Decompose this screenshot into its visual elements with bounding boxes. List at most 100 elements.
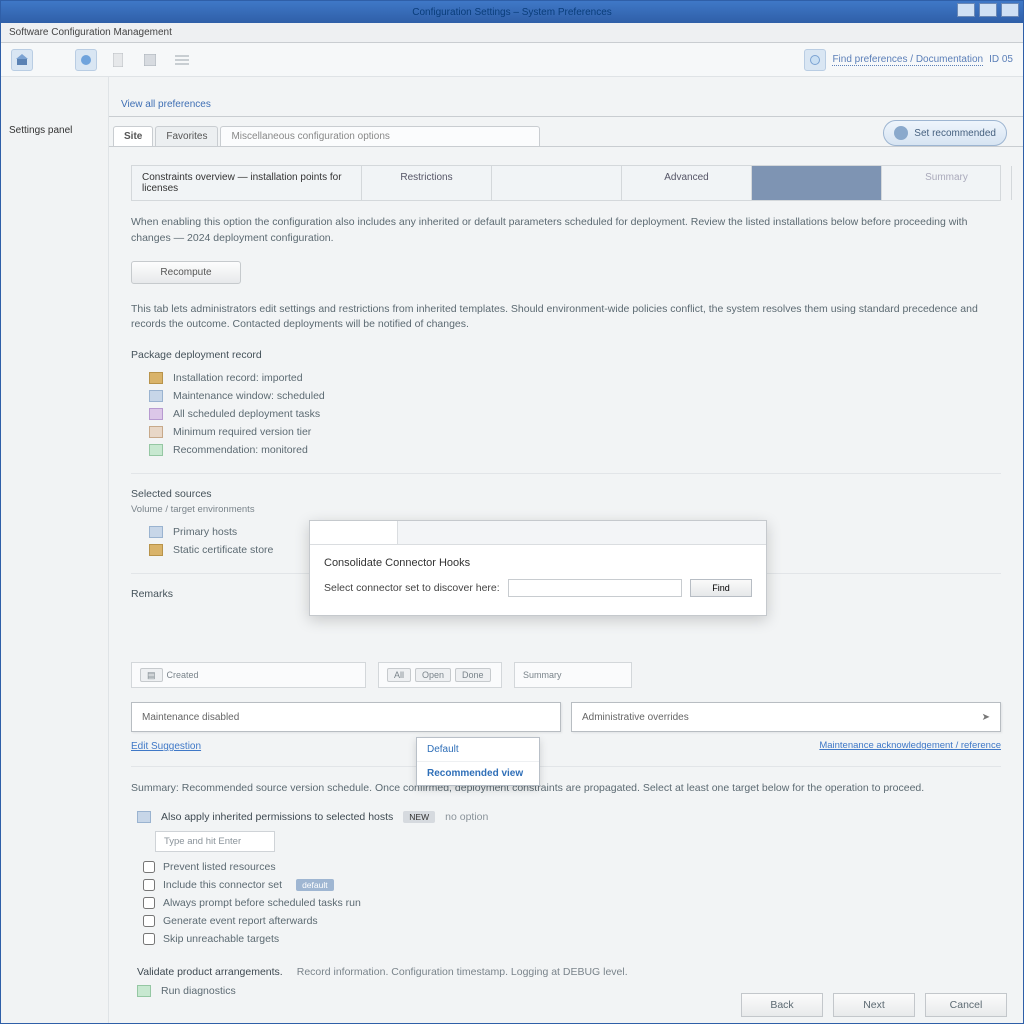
cert-icon [149, 544, 163, 556]
dialog-input[interactable] [508, 579, 682, 597]
close-button[interactable] [1001, 3, 1019, 17]
checkbox[interactable] [143, 915, 155, 927]
main-area: View all preferences Site Favorites Misc… [109, 77, 1023, 1023]
tabstrip-cell-4[interactable]: Summary [882, 166, 1012, 200]
list-item-label: Installation record: imported [173, 372, 303, 384]
version-icon [149, 426, 163, 438]
panel-row: ▤ Created All Open Done Summary [131, 662, 1001, 688]
wide-bar: Maintenance disabled Administrative over… [131, 702, 1001, 732]
list-item-label: All scheduled deployment tasks [173, 408, 320, 420]
tabstrip-cell-3[interactable] [752, 166, 882, 200]
edit-suggestion-link[interactable]: Edit Suggestion [131, 741, 201, 752]
dialog-tabbar [310, 521, 766, 545]
globe-icon[interactable] [75, 49, 97, 71]
list-item-label: Recommendation: monitored [173, 444, 308, 456]
list-item: Installation record: imported [149, 369, 1001, 387]
primary-tab-row: View all preferences [109, 77, 1023, 117]
panel-seg[interactable]: Done [455, 668, 491, 682]
list-item: All scheduled deployment tasks [149, 405, 1001, 423]
default-chip: default [296, 879, 334, 891]
tab-wide[interactable]: Miscellaneous configuration options [220, 126, 540, 146]
tab-site[interactable]: Site [113, 126, 153, 146]
node-left[interactable]: Maintenance disabled [131, 702, 561, 732]
tab-favorites[interactable]: Favorites [155, 126, 218, 146]
check-row[interactable]: Generate event report afterwards [143, 912, 1001, 930]
panel-summary[interactable]: Summary [514, 662, 632, 688]
dropdown-item[interactable]: Default [417, 738, 539, 762]
titlebar: Configuration Settings – System Preferen… [1, 1, 1023, 23]
menubar-title: Software Configuration Management [9, 27, 172, 38]
side-column: Settings panel [1, 77, 109, 1023]
check-label: Include this connector set [163, 879, 282, 891]
check-label: Generate event report afterwards [163, 915, 318, 927]
panel-filters[interactable]: All Open Done [378, 662, 502, 688]
set-recommended-button[interactable]: Set recommended [883, 120, 1007, 146]
panel-label: Summary [523, 670, 562, 680]
panel-created[interactable]: ▤ Created [131, 662, 366, 688]
divider-icon [43, 49, 65, 71]
next-button[interactable]: Next [833, 993, 915, 1017]
tabstrip-cell-1[interactable] [492, 166, 622, 200]
section-a-title: Package deployment record [131, 349, 1001, 361]
panel-seg[interactable]: All [387, 668, 411, 682]
check-row[interactable]: Include this connector set default [143, 876, 1001, 894]
menubar: Software Configuration Management [1, 23, 1023, 43]
host-icon [149, 526, 163, 538]
intro-paragraph: When enabling this option the configurat… [131, 215, 1001, 247]
panel-label: Created [167, 670, 199, 680]
options-checklist: Prevent listed resources Include this co… [143, 858, 1001, 948]
tab-link[interactable]: View all preferences [113, 95, 219, 116]
final-sub-label: Run diagnostics [161, 985, 236, 997]
tabstrip-cell-2[interactable]: Advanced [622, 166, 752, 200]
wizard-footer: Back Next Cancel [741, 993, 1007, 1017]
minimize-button[interactable] [957, 3, 975, 17]
search-link[interactable]: Find preferences / Documentation [832, 54, 983, 66]
list-item-label: Minimum required version tier [173, 426, 311, 438]
checkbox[interactable] [143, 861, 155, 873]
help-icon[interactable] [804, 49, 826, 71]
lower-paragraph: Summary: Recommended source version sche… [131, 781, 1001, 797]
new-tag: NEW [403, 811, 435, 823]
secondary-tab-row: Site Favorites Miscellaneous configurati… [109, 117, 1023, 147]
check-row[interactable]: Prevent listed resources [143, 858, 1001, 876]
file-icon[interactable] [107, 49, 129, 71]
list-item: Maintenance window: scheduled [149, 387, 1001, 405]
panel-seg[interactable]: Open [415, 668, 451, 682]
check-row[interactable]: Skip unreachable targets [143, 930, 1001, 948]
tasks-icon [149, 408, 163, 420]
panel-seg-icon: ▤ [140, 668, 163, 682]
list-item-label: Primary hosts [173, 526, 237, 538]
tabstrip-lead: Constraints overview — installation poin… [132, 166, 362, 200]
node-label: Maintenance disabled [142, 712, 239, 723]
maximize-button[interactable] [979, 3, 997, 17]
save-icon[interactable] [139, 49, 161, 71]
second-paragraph: This tab lets administrators edit settin… [131, 302, 1001, 334]
checkbox[interactable] [143, 897, 155, 909]
dropdown-item[interactable]: Recommended view [417, 762, 539, 785]
recompute-button[interactable]: Recompute [131, 261, 241, 284]
checkbox[interactable] [143, 933, 155, 945]
window-title: Configuration Settings – System Preferen… [412, 7, 612, 18]
check-label: Always prompt before scheduled tasks run [163, 897, 361, 909]
node-right[interactable]: Administrative overrides➤ [571, 702, 1001, 732]
cancel-button[interactable]: Cancel [925, 993, 1007, 1017]
check-label: Prevent listed resources [163, 861, 276, 873]
section-a-list: Installation record: imported Maintenanc… [149, 369, 1001, 459]
pill-label: Set recommended [914, 128, 996, 139]
toolbar: Find preferences / Documentation ID 05 [1, 43, 1023, 77]
dialog-tab[interactable] [310, 521, 398, 544]
search-id: ID 05 [989, 54, 1013, 65]
back-button[interactable]: Back [741, 993, 823, 1017]
checkbox[interactable] [143, 879, 155, 891]
final-left: Validate product arrangements. [137, 966, 283, 978]
list-item-label: Maintenance window: scheduled [173, 390, 325, 402]
list-icon[interactable] [171, 49, 193, 71]
filter-input-box[interactable]: Type and hit Enter [155, 831, 275, 852]
dialog-find-button[interactable]: Find [690, 579, 752, 597]
home-icon[interactable] [11, 49, 33, 71]
pill-dot-icon [894, 126, 908, 140]
list-item-label: Static certificate store [173, 544, 273, 556]
tabstrip-cell-0[interactable]: Restrictions [362, 166, 492, 200]
maintenance-ref-link[interactable]: Maintenance acknowledgement / reference [819, 740, 1001, 751]
check-row[interactable]: Always prompt before scheduled tasks run [143, 894, 1001, 912]
